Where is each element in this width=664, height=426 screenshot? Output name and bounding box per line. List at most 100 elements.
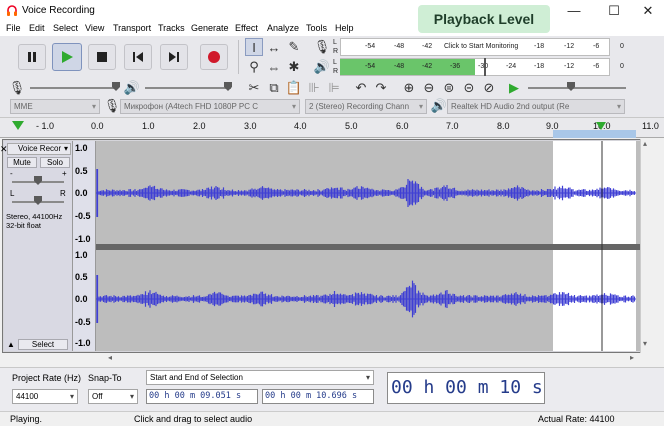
fit-selection-icon[interactable]: ⊜ [440, 79, 458, 97]
playback-device-select[interactable]: Realtek HD Audio 2nd output (Re [447, 99, 625, 114]
zoom-toggle-icon[interactable]: ⊘ [480, 79, 498, 97]
playhead-marker-icon [596, 122, 606, 130]
menu-tracks[interactable]: Tracks [158, 23, 185, 33]
audio-host-select[interactable]: MME [10, 99, 100, 114]
select-track-button[interactable]: Select [18, 339, 68, 350]
record-button[interactable] [200, 44, 228, 70]
track-menu-chevron-icon[interactable]: ▾ [64, 144, 68, 154]
status-state: Playing. [10, 414, 43, 424]
record-volume-slider[interactable] [30, 87, 118, 89]
playback-volume-slider[interactable] [145, 87, 231, 89]
selection-tool-icon[interactable]: I [245, 38, 263, 56]
selection-start-time[interactable]: 00 h 00 m 09.051 s [146, 389, 258, 404]
scroll-down-icon[interactable]: ▾ [643, 339, 647, 348]
ruler-label: 8.0 [497, 121, 510, 131]
maximize-button[interactable]: ☐ [596, 0, 632, 22]
timeshift-tool-icon[interactable]: ⇔ [265, 58, 283, 76]
trim-icon[interactable]: ⊪ [305, 79, 323, 97]
track-bit-depth: 32-bit float [6, 221, 42, 230]
snap-to-select[interactable]: Off [88, 389, 138, 404]
fit-project-icon[interactable]: ⊝ [460, 79, 478, 97]
ruler-label: 6.0 [396, 121, 409, 131]
snap-to-label: Snap-To [88, 373, 122, 383]
draw-tool-icon[interactable]: ✎ [285, 38, 303, 56]
scale-label: -1.0 [75, 234, 91, 244]
record-tick: 0 [620, 43, 624, 50]
envelope-tool-icon[interactable]: ↔ [265, 38, 283, 56]
selection-end-time[interactable]: 00 h 00 m 10.696 s [262, 389, 374, 404]
zoom-in-icon[interactable]: ⊕ [400, 79, 418, 97]
zoom-out-icon[interactable]: ⊖ [420, 79, 438, 97]
close-track-icon[interactable]: ✕ [0, 144, 8, 154]
minimize-button[interactable]: — [556, 0, 592, 22]
play-tick: 0 [620, 63, 624, 70]
timeline-ruler[interactable]: - 1.0 0.0 1.0 2.0 3.0 4.0 5.0 6.0 7.0 8.… [0, 118, 664, 138]
start-monitoring-label[interactable]: Click to Start Monitoring [444, 43, 518, 50]
solo-button[interactable]: Solo [40, 157, 70, 168]
playback-peak-marker [484, 58, 486, 76]
menu-select[interactable]: Select [53, 23, 78, 33]
pause-button[interactable] [18, 44, 46, 70]
skip-to-start-button[interactable] [124, 44, 152, 70]
ruler-label: 3.0 [244, 121, 257, 131]
mute-button[interactable]: Mute [7, 157, 37, 168]
scale-label: 0.0 [75, 188, 88, 198]
skip-to-end-button[interactable] [160, 44, 188, 70]
menu-view[interactable]: View [85, 23, 104, 33]
waveform [96, 141, 636, 351]
scale-label: 1.0 [75, 143, 88, 153]
play-tick: -24 [506, 63, 517, 70]
track-name-menu[interactable]: ✕ Voice Recor ▾ [0, 143, 71, 155]
play-at-speed-icon[interactable]: ▶ [505, 79, 523, 97]
play-tick: -48 [394, 63, 405, 70]
pin-playhead-icon[interactable] [12, 121, 24, 130]
record-meter-l-label: L [333, 39, 337, 46]
menu-transport[interactable]: Transport [113, 23, 151, 33]
scale-label: -1.0 [75, 338, 91, 348]
redo-icon[interactable]: ↷ [372, 79, 390, 97]
menu-file[interactable]: File [6, 23, 21, 33]
collapse-track-icon[interactable]: ▲ [7, 340, 15, 349]
project-rate-label: Project Rate (Hz) [12, 373, 82, 383]
record-tick: -54 [365, 43, 376, 50]
microphone-icon[interactable]: 🎙 [313, 38, 331, 56]
play-tick: -42 [422, 63, 433, 70]
record-meter-r-label: R [333, 48, 339, 55]
cut-icon[interactable]: ✂ [245, 79, 263, 97]
menu-analyze[interactable]: Analyze [267, 23, 299, 33]
pan-thumb[interactable] [34, 196, 42, 205]
paste-icon[interactable]: 📋 [285, 79, 303, 97]
undo-icon[interactable]: ↶ [352, 79, 370, 97]
play-speed-slider[interactable] [528, 87, 626, 89]
recording-device-select[interactable]: Микрофон (A4tech FHD 1080P PC C [120, 99, 300, 114]
multi-tool-icon[interactable]: ✱ [285, 58, 303, 76]
app-icon [7, 5, 17, 16]
speaker-icon[interactable]: 🔊 [313, 58, 331, 76]
menu-tools[interactable]: Tools [306, 23, 327, 33]
close-button[interactable]: ✕ [630, 0, 664, 22]
scale-label: 0.0 [75, 294, 88, 304]
stop-button[interactable] [88, 44, 116, 70]
project-rate-select[interactable]: 44100 [12, 389, 78, 404]
gain-thumb[interactable] [34, 176, 42, 185]
menu-effect[interactable]: Effect [235, 23, 258, 33]
track-name: Voice Recor [18, 144, 62, 153]
copy-icon[interactable]: ⧉ [265, 79, 283, 97]
menu-help[interactable]: Help [335, 23, 354, 33]
silence-icon[interactable]: ⊫ [325, 79, 343, 97]
play-meter-r-label: R [333, 68, 339, 75]
selection-mode-select[interactable]: Start and End of Selection [146, 370, 374, 385]
scroll-right-icon[interactable]: ▸ [630, 353, 634, 362]
vertical-scrollbar[interactable]: ▴ ▾ [640, 139, 652, 353]
zoom-tool-icon[interactable]: ⚲ [245, 58, 263, 76]
scroll-up-icon[interactable]: ▴ [643, 139, 647, 148]
menu-edit[interactable]: Edit [29, 23, 45, 33]
horizontal-scrollbar[interactable]: ◂ ▸ [2, 353, 652, 365]
scroll-left-icon[interactable]: ◂ [108, 353, 112, 362]
mic-volume-icon: 🎙 [8, 80, 26, 95]
amplitude-scale[interactable]: 1.0 0.5 0.0 -0.5 -1.0 1.0 0.5 0.0 -0.5 -… [73, 141, 96, 351]
menu-generate[interactable]: Generate [191, 23, 229, 33]
audio-position-time[interactable]: 00 h 00 m 10 s [387, 372, 545, 404]
recording-channels-select[interactable]: 2 (Stereo) Recording Chann [305, 99, 427, 114]
play-button[interactable] [52, 43, 82, 71]
